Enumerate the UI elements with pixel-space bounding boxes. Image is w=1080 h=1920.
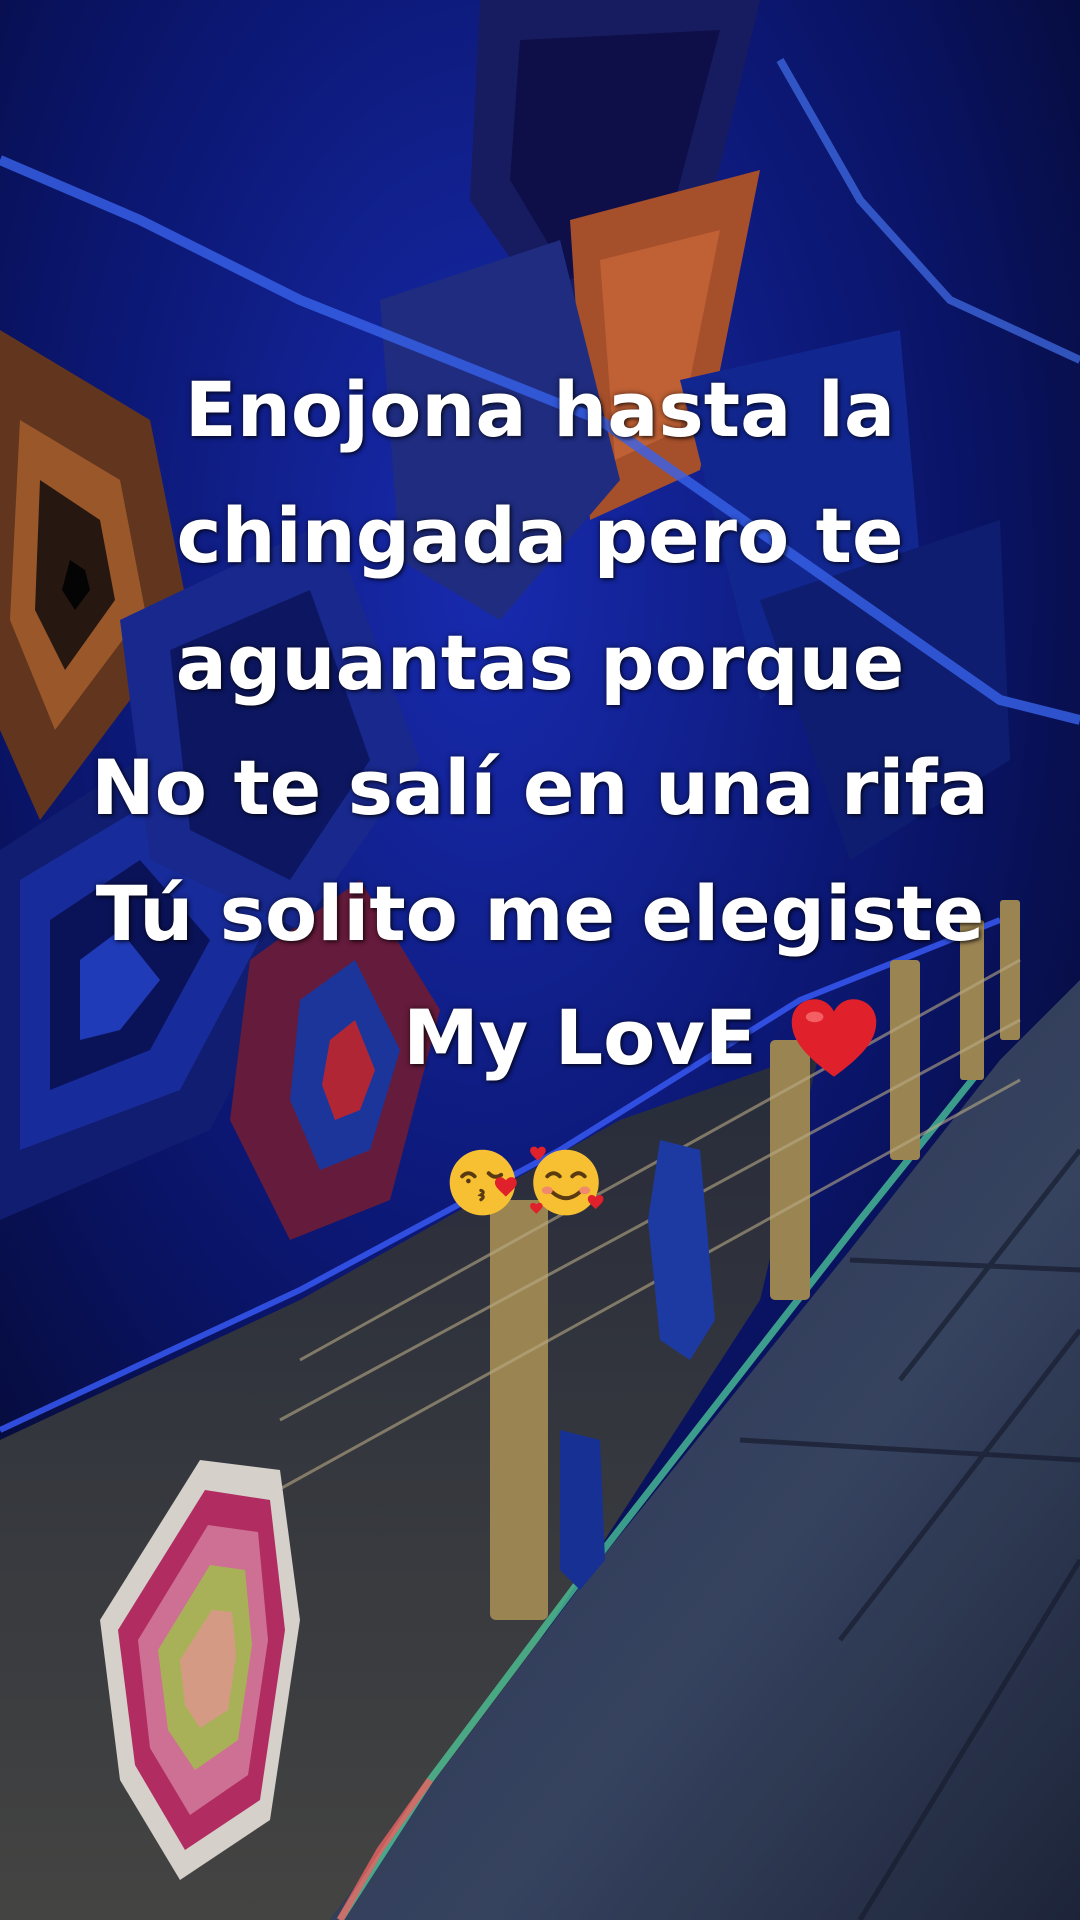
background-photo <box>0 0 1080 1920</box>
